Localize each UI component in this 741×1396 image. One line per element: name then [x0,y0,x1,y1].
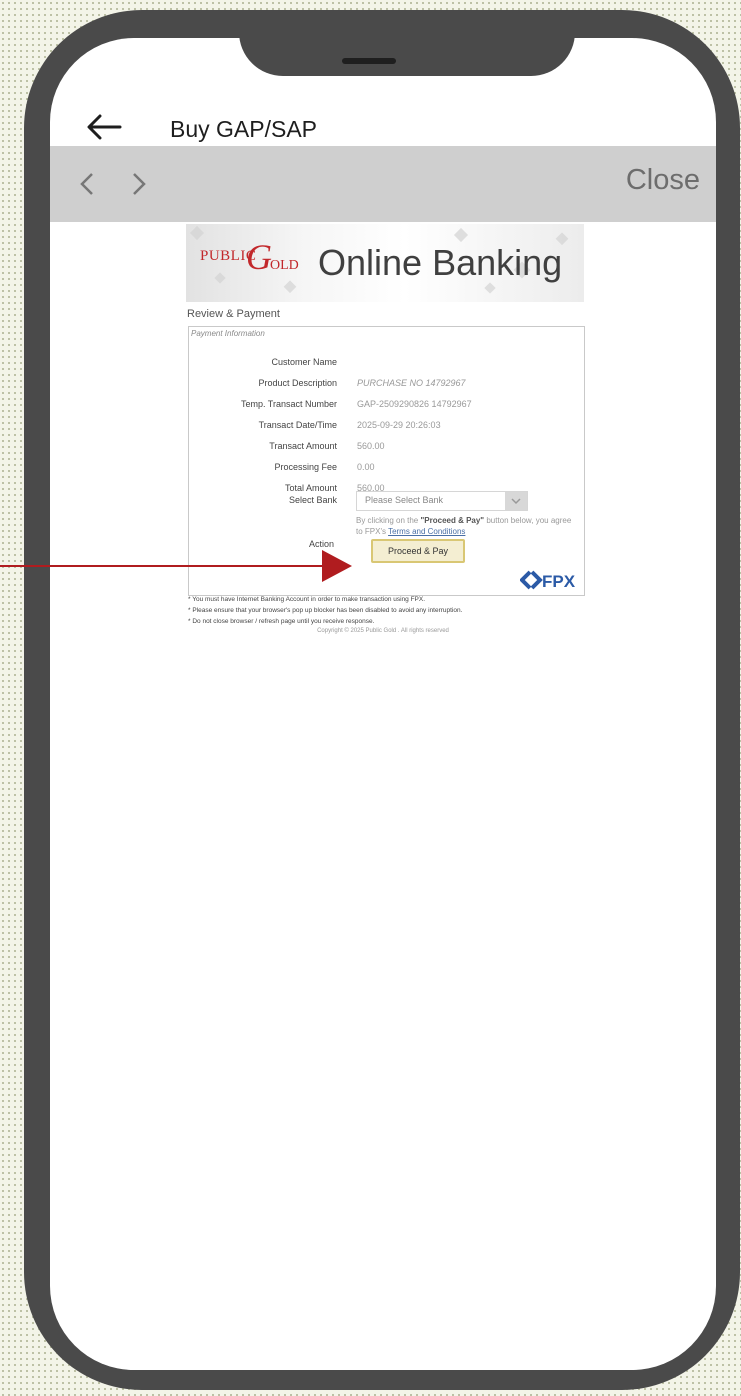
row-value: 0.00 [357,462,375,472]
review-section-title: Review & Payment [187,308,280,320]
phone-screen: Buy GAP/SAP Close PUBLIC G OLD Online Ba… [50,38,716,1370]
row-value: 560.00 [357,441,385,451]
row-label: Total Amount [284,483,337,493]
footer-note: * Do not close browser / refresh page un… [188,618,375,625]
online-banking-banner: PUBLIC G OLD Online Banking [186,224,584,302]
page-title: Buy GAP/SAP [170,116,318,142]
terms-link[interactable]: Terms and Conditions [388,527,465,536]
row-label: Transact Date/Time [258,420,337,430]
row-customer-name: Customer Name [189,357,584,371]
browser-forward-icon[interactable] [124,168,154,200]
chevron-down-icon[interactable] [505,492,527,510]
action-label: Action [308,539,334,549]
annotation-arrow-line [0,565,340,567]
browser-back-icon[interactable] [72,168,102,200]
row-product-description: Product Description PURCHASE NO 14792967 [189,378,584,392]
notice-prefix: By clicking on the [356,516,421,525]
banner-title: Online Banking [318,242,563,283]
footer-note: * You must have Internet Banking Account… [188,596,426,603]
row-value: 2025-09-29 20:26:03 [357,420,441,430]
payment-info-panel: Payment Information Customer Name Produc… [188,326,585,596]
row-label: Temp. Transact Number [240,399,337,409]
phone-notch [239,10,575,76]
row-label: Product Description [258,378,337,388]
logo-g-letter: G [246,237,272,277]
annotation-arrow-head [322,550,352,582]
row-temp-transact-number: Temp. Transact Number GAP-2509290826 147… [189,399,584,413]
notice-bold: "Proceed & Pay" [420,516,485,525]
row-processing-fee: Processing Fee 0.00 [189,462,584,476]
select-bank-label: Select Bank [288,495,337,505]
proceed-and-pay-button[interactable]: Proceed & Pay [371,539,465,563]
footer-note: * Please ensure that your browser's pop … [188,607,463,614]
row-transact-amount: Transact Amount 560.00 [189,441,584,455]
back-arrow-icon[interactable] [84,112,124,142]
web-content: PUBLIC G OLD Online Banking Review & Pay… [50,222,716,1370]
phone-speaker [342,58,396,64]
row-label: Transact Amount [269,441,337,451]
logo-old-text: OLD [270,258,299,273]
close-button[interactable]: Close [626,164,700,197]
fpx-label: FPX [542,572,576,591]
bank-select-value: Please Select Bank [365,495,444,505]
row-value: PURCHASE NO 14792967 [357,378,466,388]
app-header: Buy GAP/SAP [50,108,716,144]
browser-toolbar: Close [50,146,716,222]
bank-select[interactable]: Please Select Bank [356,491,528,511]
terms-notice: By clicking on the "Proceed & Pay" butto… [356,515,578,537]
row-value: GAP-2509290826 14792967 [357,399,472,409]
copyright-text: Copyright © 2025 Public Gold . All right… [317,628,449,634]
row-label: Processing Fee [274,462,337,472]
panel-caption: Payment Information [191,329,265,338]
footer-notes: * You must have Internet Banking Account… [188,594,508,627]
row-transact-datetime: Transact Date/Time 2025-09-29 20:26:03 [189,420,584,434]
row-label: Customer Name [271,357,337,367]
